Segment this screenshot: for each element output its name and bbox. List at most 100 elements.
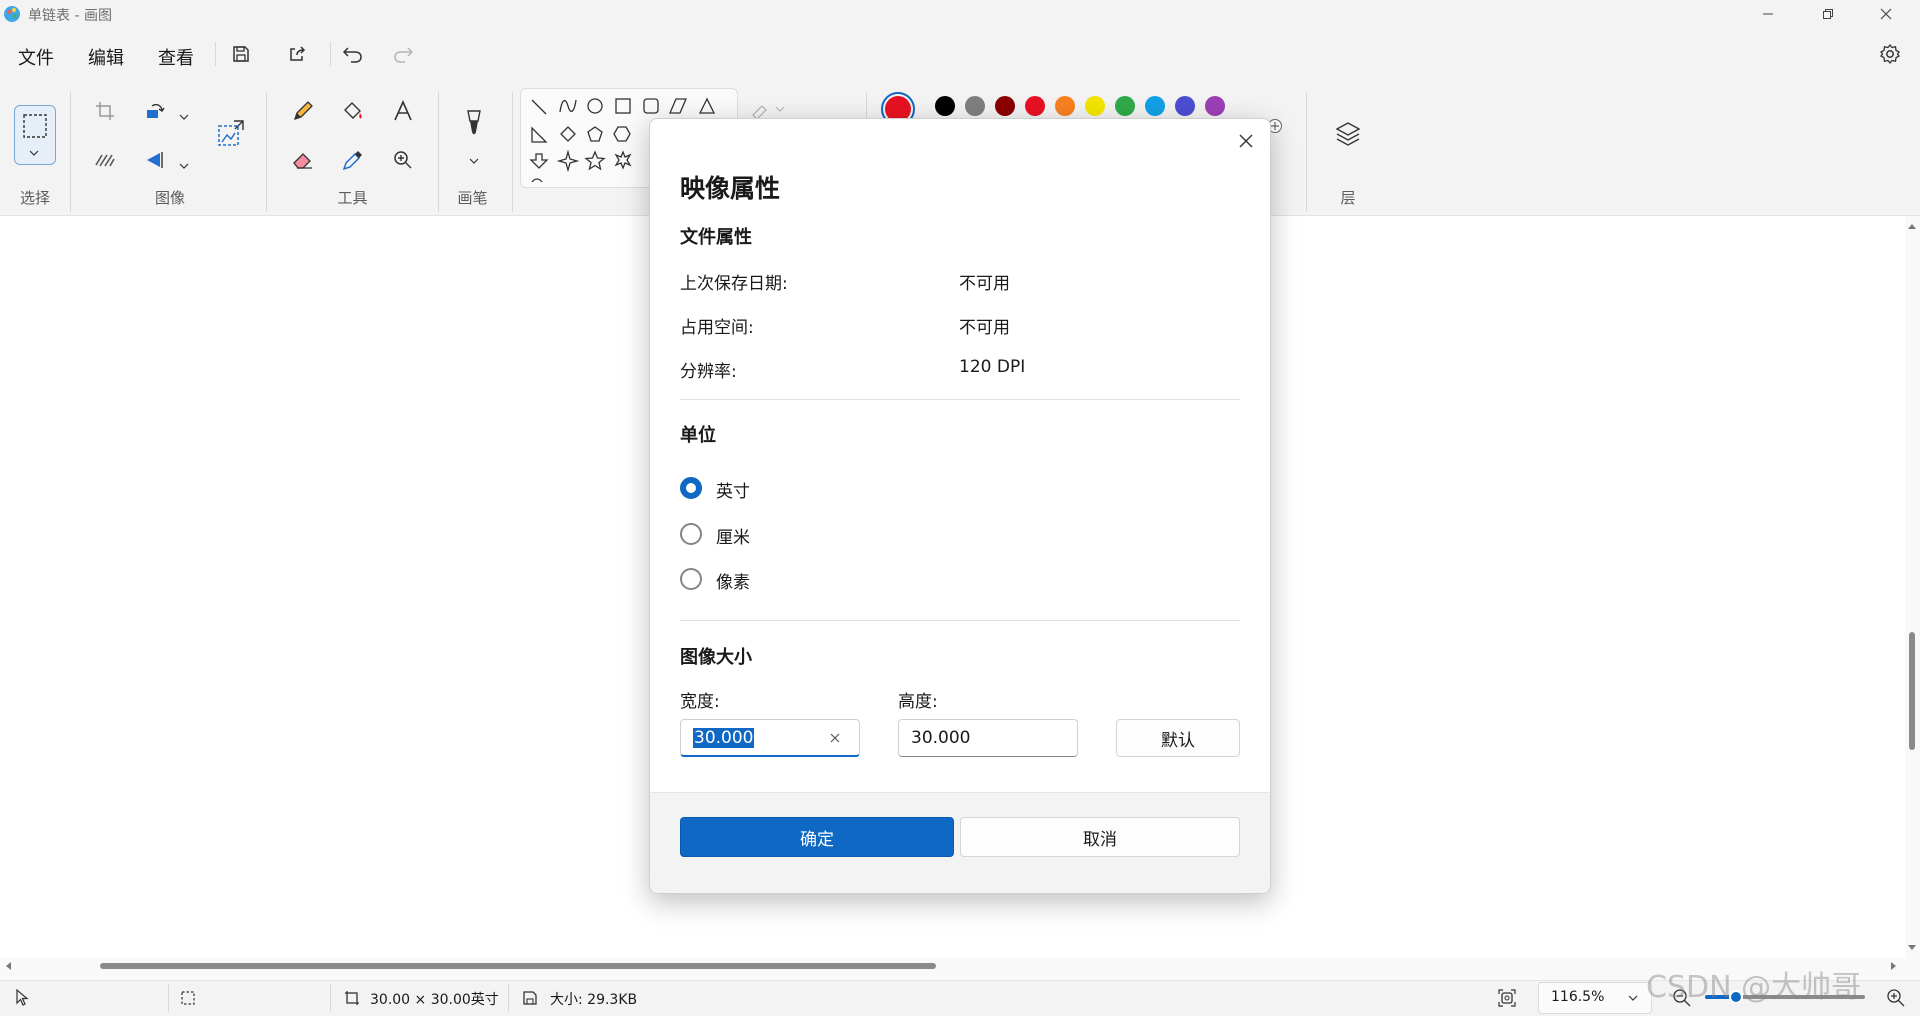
horizontal-scroll-thumb[interactable] — [100, 963, 936, 969]
unit-option-centimeters[interactable]: 厘米 — [680, 523, 880, 549]
hexagon-shape-icon — [613, 126, 631, 142]
pencil-button[interactable] — [288, 96, 318, 126]
color-swatch[interactable] — [1205, 96, 1225, 116]
group-label-image: 图像 — [154, 189, 185, 207]
flip-icon — [147, 152, 163, 168]
width-label: 宽度: — [680, 692, 720, 712]
section-divider — [680, 620, 1240, 621]
chevron-down-icon — [469, 158, 479, 164]
chevron-down-icon — [29, 150, 39, 156]
dialog-title: 映像属性 — [680, 174, 781, 203]
flip-dropdown[interactable] — [178, 155, 190, 174]
color-swatch[interactable] — [1055, 96, 1075, 116]
redo-icon — [394, 47, 414, 63]
fill-button[interactable] — [338, 96, 368, 126]
color-swatch[interactable] — [1115, 96, 1135, 116]
chevron-down-icon — [179, 114, 189, 120]
group-label-select: 选择 — [19, 189, 50, 207]
eyedropper-icon — [342, 151, 362, 171]
radio-pixels[interactable] — [680, 568, 702, 590]
rotate-icon — [147, 103, 165, 118]
rotate-dropdown[interactable] — [178, 106, 190, 125]
height-input[interactable]: 30.000 — [898, 719, 1078, 757]
zoom-level-dropdown[interactable]: 116.5% — [1538, 982, 1652, 1014]
color-swatch[interactable] — [995, 96, 1015, 116]
brushes-dropdown[interactable] — [468, 150, 480, 169]
minimize-button[interactable] — [1740, 0, 1796, 28]
crop-button[interactable] — [90, 96, 120, 126]
eraser-button[interactable] — [288, 145, 318, 175]
restore-button[interactable] — [1800, 0, 1856, 28]
unit-option-inches[interactable]: 英寸 — [680, 477, 880, 503]
title-bar — [0, 0, 1920, 28]
restore-icon — [1823, 9, 1833, 19]
color-swatch[interactable] — [965, 96, 985, 116]
dialog-close-button[interactable] — [1230, 125, 1262, 157]
zoom-in-icon[interactable] — [1886, 988, 1906, 1008]
last-saved-label: 上次保存日期: — [680, 274, 788, 294]
undo-button[interactable] — [340, 41, 366, 67]
five-point-star-shape-icon — [584, 150, 606, 171]
select-tool-button[interactable] — [14, 105, 56, 165]
group-label-layers: 层 — [1340, 189, 1356, 207]
four-point-star-shape-icon — [556, 149, 580, 173]
redo-button[interactable] — [390, 41, 416, 67]
last-saved-value: 不可用 — [959, 274, 1010, 294]
rotate-button[interactable] — [140, 96, 170, 126]
color-swatch[interactable] — [1085, 96, 1105, 116]
background-removal-button[interactable] — [90, 145, 120, 175]
text-button[interactable] — [388, 96, 418, 126]
share-button[interactable] — [284, 41, 310, 67]
ok-button[interactable]: 确定 — [680, 817, 954, 857]
brushes-button[interactable] — [459, 108, 489, 138]
clear-input-icon[interactable] — [829, 732, 841, 744]
selection-size-icon — [181, 991, 195, 1005]
default-button[interactable]: 默认 — [1116, 719, 1240, 757]
unit-option-pixels[interactable]: 像素 — [680, 568, 880, 594]
pencil-icon — [293, 101, 313, 121]
scroll-down-icon[interactable] — [1906, 944, 1918, 952]
color-swatch[interactable] — [1025, 96, 1045, 116]
minimize-icon — [1763, 13, 1773, 15]
radio-inches[interactable] — [680, 477, 702, 499]
menu-edit[interactable]: 编辑 — [88, 44, 124, 70]
curve-shape-icon — [559, 99, 577, 113]
radio-centimeters[interactable] — [680, 523, 702, 545]
color-swatch[interactable] — [1175, 96, 1195, 116]
width-input[interactable]: 30.000 — [680, 719, 860, 757]
polygon-shape-icon — [669, 98, 687, 114]
undo-icon — [342, 47, 362, 63]
menu-view[interactable]: 查看 — [158, 44, 194, 70]
resize-icon — [218, 120, 244, 146]
color-swatch[interactable] — [1145, 96, 1165, 116]
fit-to-window-icon[interactable] — [1497, 988, 1517, 1008]
flip-button[interactable] — [140, 145, 170, 175]
layers-icon — [1335, 122, 1361, 146]
magnifier-icon — [394, 151, 412, 169]
vertical-scrollbar[interactable] — [1905, 216, 1920, 966]
settings-button[interactable] — [1877, 41, 1903, 67]
close-icon — [1239, 134, 1253, 148]
color-swatch[interactable] — [935, 96, 955, 116]
pentagon-shape-icon — [587, 126, 603, 142]
magnifier-button[interactable] — [388, 145, 418, 175]
resize-button[interactable] — [216, 118, 246, 148]
image-size-heading: 图像大小 — [680, 647, 752, 668]
right-triangle-shape-icon — [531, 126, 548, 143]
close-window-button[interactable] — [1858, 0, 1914, 28]
cancel-button[interactable]: 取消 — [960, 817, 1240, 857]
ribbon-divider — [70, 92, 71, 212]
layers-button[interactable] — [1332, 118, 1364, 150]
line-shape-icon — [531, 99, 547, 115]
share-icon — [290, 46, 306, 61]
save-button[interactable] — [228, 41, 254, 67]
resolution-label: 分辨率: — [680, 362, 737, 382]
diamond-shape-icon — [560, 126, 576, 142]
scroll-right-icon[interactable] — [1890, 960, 1898, 972]
menu-file[interactable]: 文件 — [18, 44, 54, 70]
paint-bucket-icon — [344, 102, 362, 119]
scroll-up-icon[interactable] — [1906, 222, 1918, 230]
scroll-left-icon[interactable] — [4, 960, 12, 972]
color-picker-button[interactable] — [338, 145, 368, 175]
vertical-scroll-thumb[interactable] — [1909, 632, 1915, 750]
